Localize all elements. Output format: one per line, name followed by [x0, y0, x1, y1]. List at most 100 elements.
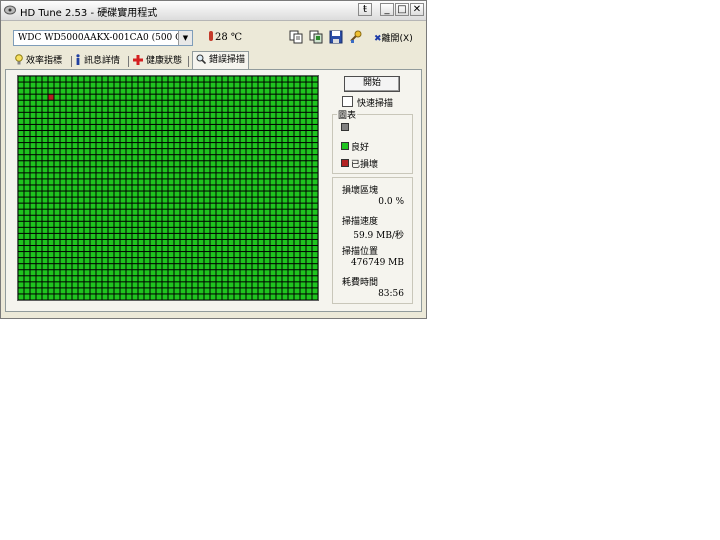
good-block — [156, 76, 162, 82]
good-block — [240, 270, 246, 276]
save-icon[interactable] — [329, 30, 343, 44]
good-block — [198, 191, 204, 197]
tab-health[interactable]: 健康狀態 — [133, 53, 182, 69]
good-block — [138, 276, 144, 282]
good-block — [204, 221, 210, 227]
good-block — [234, 252, 240, 258]
good-block — [300, 252, 306, 258]
good-block — [288, 112, 294, 118]
good-block — [228, 221, 234, 227]
maximize-button[interactable]: □ — [395, 3, 409, 16]
good-block — [96, 221, 102, 227]
close-button[interactable]: ✕ — [410, 3, 424, 16]
good-block — [300, 167, 306, 173]
copy-screenshot-icon[interactable] — [309, 30, 323, 44]
good-block — [132, 209, 138, 215]
good-block — [294, 155, 300, 161]
copy-text-icon[interactable] — [289, 30, 303, 44]
title-bar[interactable]: HD Tune 2.53 - 硬碟實用程式 ŧ _ □ ✕ — [1, 1, 426, 21]
good-block — [174, 143, 180, 149]
good-block — [222, 246, 228, 252]
good-block — [180, 179, 186, 185]
minimize-button[interactable]: _ — [380, 3, 394, 16]
good-block — [42, 167, 48, 173]
good-block — [42, 276, 48, 282]
good-block — [294, 173, 300, 179]
good-block — [264, 276, 270, 282]
good-block — [24, 197, 30, 203]
options-icon[interactable] — [349, 30, 363, 44]
good-block — [132, 233, 138, 239]
good-block — [186, 270, 192, 276]
good-block — [192, 173, 198, 179]
good-block — [216, 167, 222, 173]
good-block — [24, 137, 30, 143]
quick-scan-checkbox[interactable] — [342, 96, 353, 107]
good-block — [72, 215, 78, 221]
chevron-down-icon[interactable]: ▼ — [178, 31, 192, 45]
good-block — [120, 276, 126, 282]
start-button[interactable]: 開始 — [344, 76, 400, 92]
good-block — [150, 264, 156, 270]
good-block — [162, 167, 168, 173]
tab-benchmark[interactable]: 效率指標 — [15, 53, 62, 69]
good-block — [246, 282, 252, 288]
good-block — [114, 173, 120, 179]
good-block — [234, 82, 240, 88]
good-block — [276, 294, 282, 300]
good-block — [186, 191, 192, 197]
good-block — [120, 143, 126, 149]
pin-button[interactable]: ŧ — [358, 3, 372, 16]
good-block — [108, 112, 114, 118]
tab-error-scan[interactable]: 錯誤掃描 — [192, 51, 250, 70]
tab-info[interactable]: 訊息詳情 — [75, 53, 120, 69]
good-block — [114, 221, 120, 227]
good-block — [78, 191, 84, 197]
good-block — [288, 197, 294, 203]
good-block — [312, 239, 318, 246]
good-block — [228, 88, 234, 94]
good-block — [300, 191, 306, 197]
good-block — [30, 197, 36, 203]
good-block — [48, 124, 54, 130]
good-block — [180, 276, 186, 282]
good-block — [222, 106, 228, 112]
good-block — [48, 197, 54, 203]
exit-button[interactable]: ✖離開(X) — [374, 31, 413, 44]
good-block — [270, 100, 276, 106]
good-block — [144, 155, 150, 161]
good-block — [150, 276, 156, 282]
good-block — [150, 76, 156, 82]
drive-dropdown[interactable]: WDC WD5000AAKX-001CA0 (500 GB) ▼ — [13, 30, 193, 46]
good-block — [204, 179, 210, 185]
good-block — [72, 294, 78, 300]
good-block — [246, 258, 252, 264]
good-block — [240, 149, 246, 155]
good-block — [144, 203, 150, 209]
good-block — [210, 191, 216, 197]
good-block — [96, 161, 102, 167]
good-block — [18, 76, 24, 82]
good-block — [30, 173, 36, 179]
good-block — [216, 106, 222, 112]
good-block — [174, 221, 180, 227]
good-block — [174, 276, 180, 282]
good-block — [168, 143, 174, 149]
good-block — [132, 203, 138, 209]
good-block — [156, 130, 162, 137]
good-block — [84, 258, 90, 264]
good-block — [48, 191, 54, 197]
good-block — [180, 173, 186, 179]
good-block — [270, 294, 276, 300]
good-block — [210, 239, 216, 246]
good-block — [102, 118, 108, 124]
good-block — [288, 282, 294, 288]
good-block — [246, 94, 252, 100]
good-block — [78, 82, 84, 88]
good-block — [288, 124, 294, 130]
good-block — [66, 239, 72, 246]
good-block — [276, 88, 282, 94]
good-block — [150, 143, 156, 149]
good-block — [102, 149, 108, 155]
good-block — [270, 191, 276, 197]
